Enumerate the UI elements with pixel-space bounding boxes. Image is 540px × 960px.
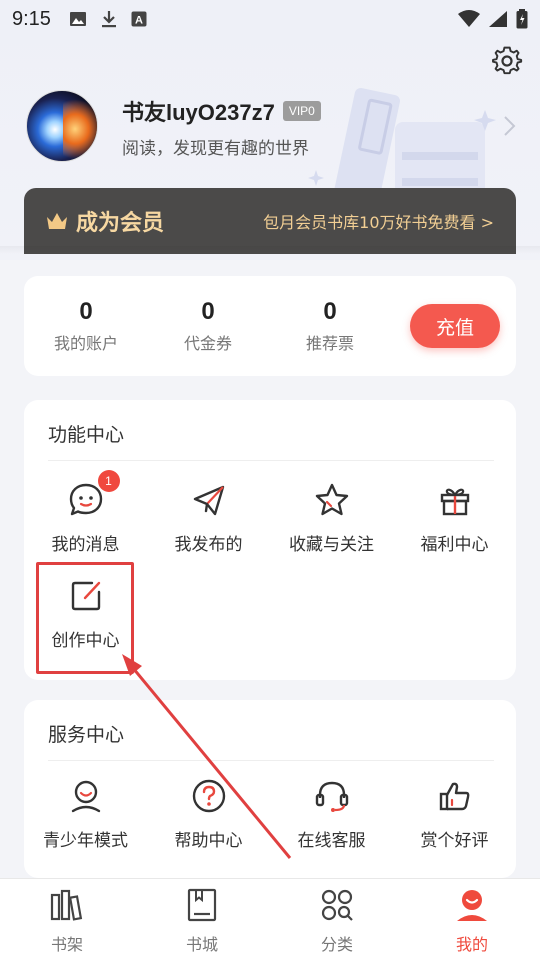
username: 书友luyO237z7 bbox=[122, 100, 275, 125]
settings-button[interactable] bbox=[490, 44, 524, 78]
section-title: 服务中心 bbox=[48, 724, 125, 746]
stat-recommend-tickets[interactable]: 0 推荐票 bbox=[270, 298, 390, 354]
avatar[interactable] bbox=[26, 90, 98, 162]
divider bbox=[48, 760, 494, 761]
tab-bookshelf[interactable]: 书架 bbox=[17, 887, 117, 955]
bookshelf-icon bbox=[50, 889, 83, 921]
teen-icon bbox=[71, 780, 100, 813]
service-item-label: 帮助中心 bbox=[174, 831, 243, 851]
divider bbox=[48, 460, 494, 461]
status-time: 9:15 bbox=[12, 7, 51, 30]
service-item-label: 在线客服 bbox=[297, 831, 366, 851]
stat-vouchers[interactable]: 0 代金券 bbox=[148, 298, 268, 354]
function-item-label: 我发布的 bbox=[174, 535, 243, 555]
headset-icon bbox=[315, 781, 348, 812]
category-icon bbox=[321, 889, 353, 921]
battery-icon bbox=[516, 9, 528, 29]
thumbs-up-icon bbox=[439, 782, 469, 811]
tab-label: 书城 bbox=[185, 935, 218, 954]
tab-label: 书架 bbox=[50, 935, 83, 954]
download-icon bbox=[101, 11, 116, 28]
service-item-online-support[interactable]: 在线客服 bbox=[270, 776, 393, 851]
unread-count-badge: 1 bbox=[97, 470, 120, 492]
function-item-my-posts[interactable]: 我发布的 bbox=[147, 480, 270, 555]
function-item-favorites[interactable]: 收藏与关注 bbox=[270, 480, 393, 555]
status-bar: 9:15 A bbox=[0, 0, 540, 38]
chevron-right-icon[interactable] bbox=[500, 114, 518, 138]
a-font-icon: A bbox=[131, 11, 147, 27]
stat-label: 代金券 bbox=[183, 334, 232, 353]
tab-label: 我的 bbox=[455, 935, 488, 954]
stat-value: 0 bbox=[201, 298, 215, 325]
svg-text:A: A bbox=[135, 15, 143, 27]
function-item-label: 我的消息 bbox=[51, 535, 120, 555]
star-icon bbox=[315, 483, 348, 516]
profile-tagline: 阅读，发现更有趣的世界 bbox=[122, 139, 309, 159]
annotation-highlight-box bbox=[36, 562, 134, 674]
tab-profile[interactable]: 我的 bbox=[422, 887, 522, 955]
stat-label: 我的账户 bbox=[53, 334, 118, 353]
gift-icon bbox=[440, 488, 469, 516]
stat-value: 0 bbox=[79, 298, 93, 325]
help-icon bbox=[192, 779, 225, 813]
signal-icon bbox=[489, 11, 507, 27]
membership-title: 成为会员 bbox=[76, 211, 165, 236]
membership-promo-link[interactable]: 包月会员书库10万好书免费看 > bbox=[263, 209, 494, 233]
stat-my-account[interactable]: 0 我的账户 bbox=[26, 298, 146, 354]
tab-bookstore[interactable]: 书城 bbox=[152, 887, 252, 955]
user-name-row[interactable]: 书友luyO237z7 VIP0 bbox=[122, 96, 321, 126]
bottom-tab-bar: 书架 书城 分类 我的 bbox=[0, 878, 540, 960]
bookstore-icon bbox=[187, 888, 217, 922]
stat-value: 0 bbox=[323, 298, 337, 325]
crown-icon bbox=[47, 213, 67, 229]
stat-label: 推荐票 bbox=[305, 334, 354, 353]
service-item-label: 青少年模式 bbox=[43, 831, 128, 851]
profile-icon bbox=[457, 890, 487, 921]
service-item-rate-app[interactable]: 赏个好评 bbox=[393, 776, 516, 851]
function-item-label: 福利中心 bbox=[420, 535, 489, 555]
recharge-button[interactable]: 充值 bbox=[410, 304, 500, 348]
service-item-teen-mode[interactable]: 青少年模式 bbox=[24, 776, 147, 851]
function-item-welfare[interactable]: 福利中心 bbox=[393, 480, 516, 555]
send-icon bbox=[193, 485, 224, 516]
wifi-icon bbox=[458, 10, 480, 27]
gear-icon bbox=[492, 46, 523, 75]
image-icon bbox=[69, 12, 86, 26]
tab-label: 分类 bbox=[320, 935, 353, 954]
service-item-help[interactable]: 帮助中心 bbox=[147, 776, 270, 851]
function-item-label: 收藏与关注 bbox=[289, 535, 374, 555]
service-center-card: 服务中心 青少年模式 帮助中心 在线客服 赏个好评 bbox=[24, 700, 516, 878]
function-item-messages[interactable]: 1 我的消息 bbox=[24, 470, 147, 555]
membership-banner[interactable]: 成为会员 包月会员书库10万好书免费看 > bbox=[24, 188, 516, 254]
tab-category[interactable]: 分类 bbox=[287, 887, 387, 955]
section-title: 功能中心 bbox=[48, 424, 125, 446]
service-item-label: 赏个好评 bbox=[420, 831, 489, 851]
vip-level-badge: VIP0 bbox=[282, 101, 321, 121]
account-stats-card: 0 我的账户 0 代金券 0 推荐票 充值 bbox=[24, 276, 516, 376]
